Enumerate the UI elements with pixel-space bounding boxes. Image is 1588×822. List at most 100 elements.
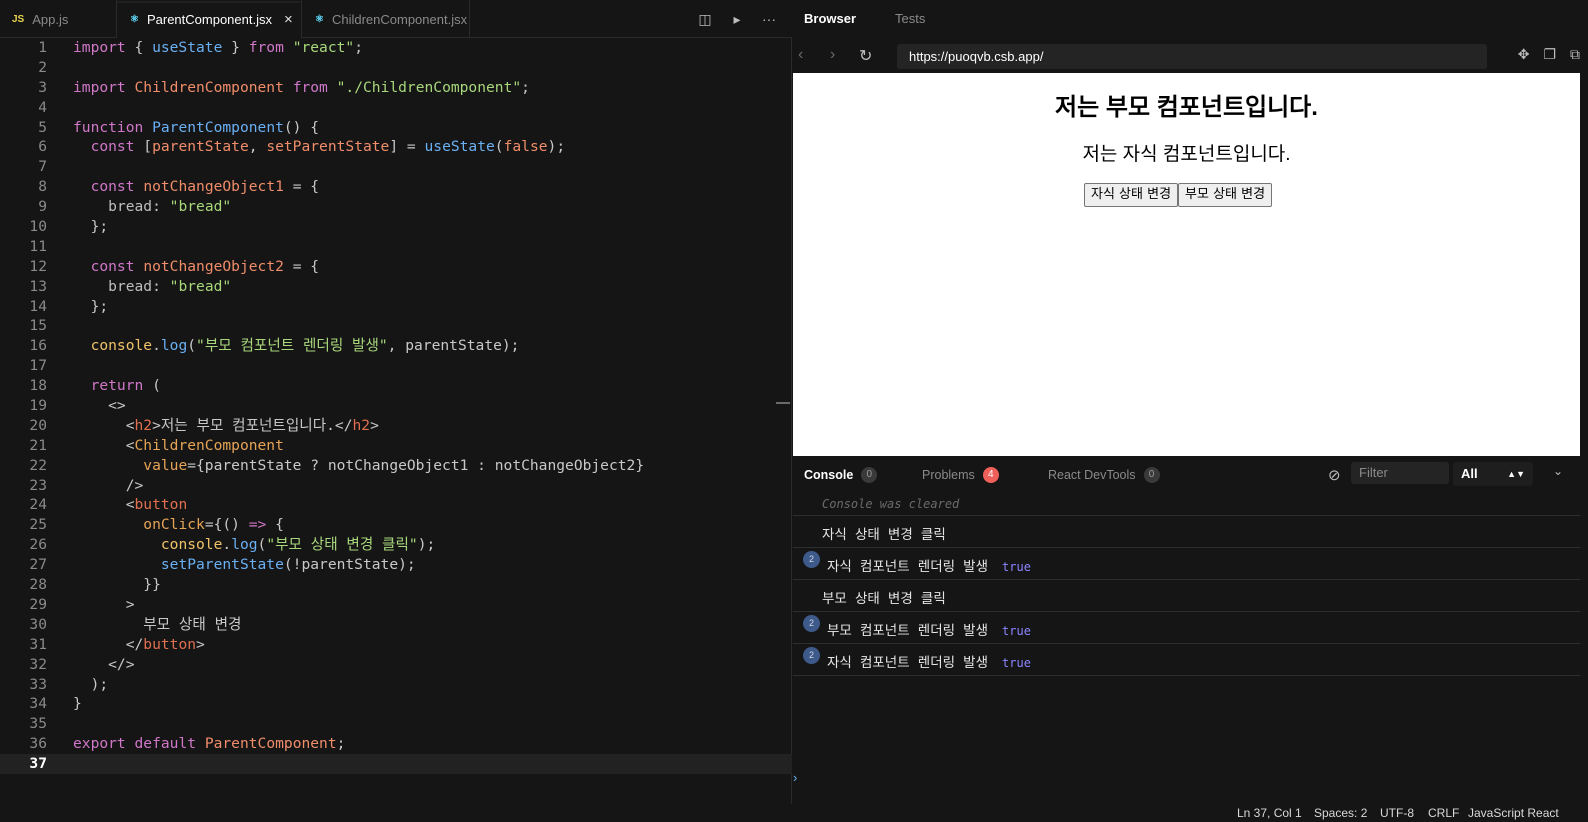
copy-icon[interactable]: ❐ — [1543, 46, 1556, 63]
more-actions-icon[interactable]: ··· — [760, 11, 778, 27]
code-line[interactable]: 23 /> — [0, 476, 792, 496]
line-number: 12 — [29, 257, 47, 275]
code-line[interactable]: 22 value={parentState ? notChangeObject1… — [0, 456, 792, 476]
code-line[interactable]: 18 return ( — [0, 376, 792, 396]
code-line[interactable]: 31 </button> — [0, 635, 792, 655]
clear-console-icon[interactable]: ⊘ — [1328, 466, 1341, 484]
code-line[interactable]: 32 </> — [0, 655, 792, 675]
line-number: 22 — [29, 456, 47, 474]
code-line[interactable]: 21 <ChildrenComponent — [0, 436, 792, 456]
code-text: import { useState } from "react"; — [73, 39, 363, 56]
code-text: /> — [73, 476, 144, 494]
line-number: 29 — [29, 595, 47, 613]
line-number: 6 — [38, 138, 47, 156]
repeat-count-badge: 2 — [803, 647, 820, 664]
code-line[interactable]: 26 console.log("부모 상태 변경 클릭"); — [0, 535, 792, 555]
code-text: </> — [73, 655, 135, 673]
line-number: 19 — [29, 397, 47, 415]
code-line[interactable]: 30 부모 상태 변경 — [0, 615, 792, 635]
open-preview-icon[interactable]: ▸ — [728, 11, 746, 28]
tab-problems[interactable]: Problems 4 — [922, 456, 999, 494]
code-line[interactable]: 10 }; — [0, 217, 792, 237]
code-line[interactable]: 12 const notChangeObject2 = { — [0, 257, 792, 277]
code-line[interactable]: 17 — [0, 356, 792, 376]
tab-app-js[interactable]: JS App.js — [0, 0, 117, 38]
line-ending[interactable]: CRLF — [1428, 806, 1459, 820]
code-text: return ( — [90, 377, 161, 395]
child-heading: 저는 자식 컴포넌트입니다. — [1082, 144, 1291, 165]
code-line[interactable]: 3 import ChildrenComponent from "./Childr… — [0, 78, 792, 98]
code-line[interactable]: 36 export default ParentComponent; — [0, 734, 792, 754]
line-number: 9 — [38, 198, 47, 216]
code-line[interactable]: 28 }} — [0, 575, 792, 595]
change-parent-state-button[interactable]: 부모 상태 변경 — [1178, 183, 1273, 207]
tab-tests[interactable]: Tests — [895, 0, 925, 38]
close-tab-icon[interactable]: × — [284, 11, 293, 28]
code-line[interactable]: 24 <button — [0, 495, 792, 515]
code-line[interactable]: 37 — [0, 754, 792, 774]
language-mode[interactable]: JavaScript React — [1468, 806, 1559, 820]
code-line[interactable]: 29 > — [0, 595, 792, 615]
console-prompt[interactable]: › — [793, 766, 1580, 804]
change-child-state-button[interactable]: 자식 상태 변경 — [1084, 183, 1179, 207]
inspect-icon[interactable]: ✥ — [1518, 46, 1530, 63]
tab-react-devtools[interactable]: React DevTools 0 — [1048, 456, 1160, 494]
code-line[interactable]: 2 — [0, 58, 792, 78]
code-line[interactable]: 20 <h2>저는 부모 컴포넌트입니다.</h2> — [0, 416, 792, 436]
code-line[interactable]: 7 — [0, 157, 792, 177]
line-number: 34 — [29, 695, 47, 713]
open-new-window-icon[interactable]: ⧉ — [1570, 46, 1580, 63]
code-line[interactable]: 35 — [0, 714, 792, 734]
code-line[interactable]: 6 const [parentState, setParentState] = … — [0, 137, 792, 157]
url-input[interactable]: https://puoqvb.csb.app/ — [897, 44, 1487, 69]
back-icon[interactable]: ‹ — [798, 46, 803, 64]
code-line[interactable]: 16 console.log("부모 컴포넌트 렌더링 발생", parentS… — [0, 336, 792, 356]
chevron-down-icon[interactable]: ⌄ — [1553, 464, 1563, 478]
cursor-position[interactable]: Ln 37, Col 1 — [1237, 806, 1302, 820]
code-line[interactable]: 4 — [0, 98, 792, 118]
code-line[interactable]: 34} — [0, 694, 792, 714]
code-line[interactable]: 14 }; — [0, 297, 792, 317]
line-number: 36 — [29, 735, 47, 753]
refresh-icon[interactable]: ↻ — [859, 46, 872, 66]
code-line[interactable]: 25 onClick={() => { — [0, 515, 792, 535]
line-number: 15 — [29, 317, 47, 335]
line-number: 13 — [29, 277, 47, 295]
forward-icon[interactable]: › — [830, 46, 835, 64]
code-line[interactable]: 8 const notChangeObject1 = { — [0, 177, 792, 197]
tab-parent-component[interactable]: ⚛ ParentComponent.jsx × — [117, 0, 302, 38]
console-message: 2 부모 컴포넌트 렌더링 발생 true — [793, 612, 1580, 644]
tab-children-component[interactable]: ⚛ ChildrenComponent.jsx — [302, 0, 470, 38]
react-file-icon: ⚛ — [315, 13, 324, 25]
code-line[interactable]: 9 bread: "bread" — [0, 197, 792, 217]
scroll-marker — [776, 402, 790, 404]
indentation[interactable]: Spaces: 2 — [1314, 806, 1367, 820]
line-number: 33 — [29, 675, 47, 693]
code-area[interactable]: 1 import { useState } from "react"; 2 3 impo… — [0, 38, 792, 782]
filter-input[interactable]: Filter — [1351, 462, 1449, 484]
line-number: 30 — [29, 615, 47, 633]
line-number: 8 — [38, 178, 47, 196]
code-line[interactable]: 1 import { useState } from "react"; — [0, 38, 792, 58]
code-text: const notChangeObject2 = { — [90, 257, 320, 275]
code-line[interactable]: 11 — [0, 237, 792, 257]
split-editor-icon[interactable]: ◫ — [696, 11, 714, 28]
line-number: 4 — [38, 98, 47, 116]
line-number: 5 — [38, 118, 47, 136]
browser-viewport: 저는 부모 컴포넌트입니다. 저는 자식 컴포넌트입니다. 자식 상태 변경 부… — [793, 73, 1580, 456]
tab-browser[interactable]: Browser — [804, 0, 856, 38]
code-line[interactable]: 27 setParentState(!parentState); — [0, 555, 792, 575]
code-line[interactable]: 5 function ParentComponent() { — [0, 118, 792, 138]
code-text: <ChildrenComponent — [73, 436, 284, 454]
prompt-chevron-icon: › — [793, 770, 798, 785]
tab-console[interactable]: Console 0 — [804, 456, 878, 494]
code-text: </button> — [73, 635, 205, 653]
code-line[interactable]: 13 bread: "bread" — [0, 277, 792, 297]
line-number: 14 — [29, 297, 47, 315]
code-line[interactable]: 33 ); — [0, 675, 792, 695]
encoding[interactable]: UTF-8 — [1380, 806, 1414, 820]
code-line[interactable]: 19 <> — [0, 396, 792, 416]
code-line[interactable]: 15 — [0, 316, 792, 336]
log-level-select[interactable]: All ▲▼ — [1453, 462, 1533, 486]
message-value: true — [1002, 624, 1031, 638]
